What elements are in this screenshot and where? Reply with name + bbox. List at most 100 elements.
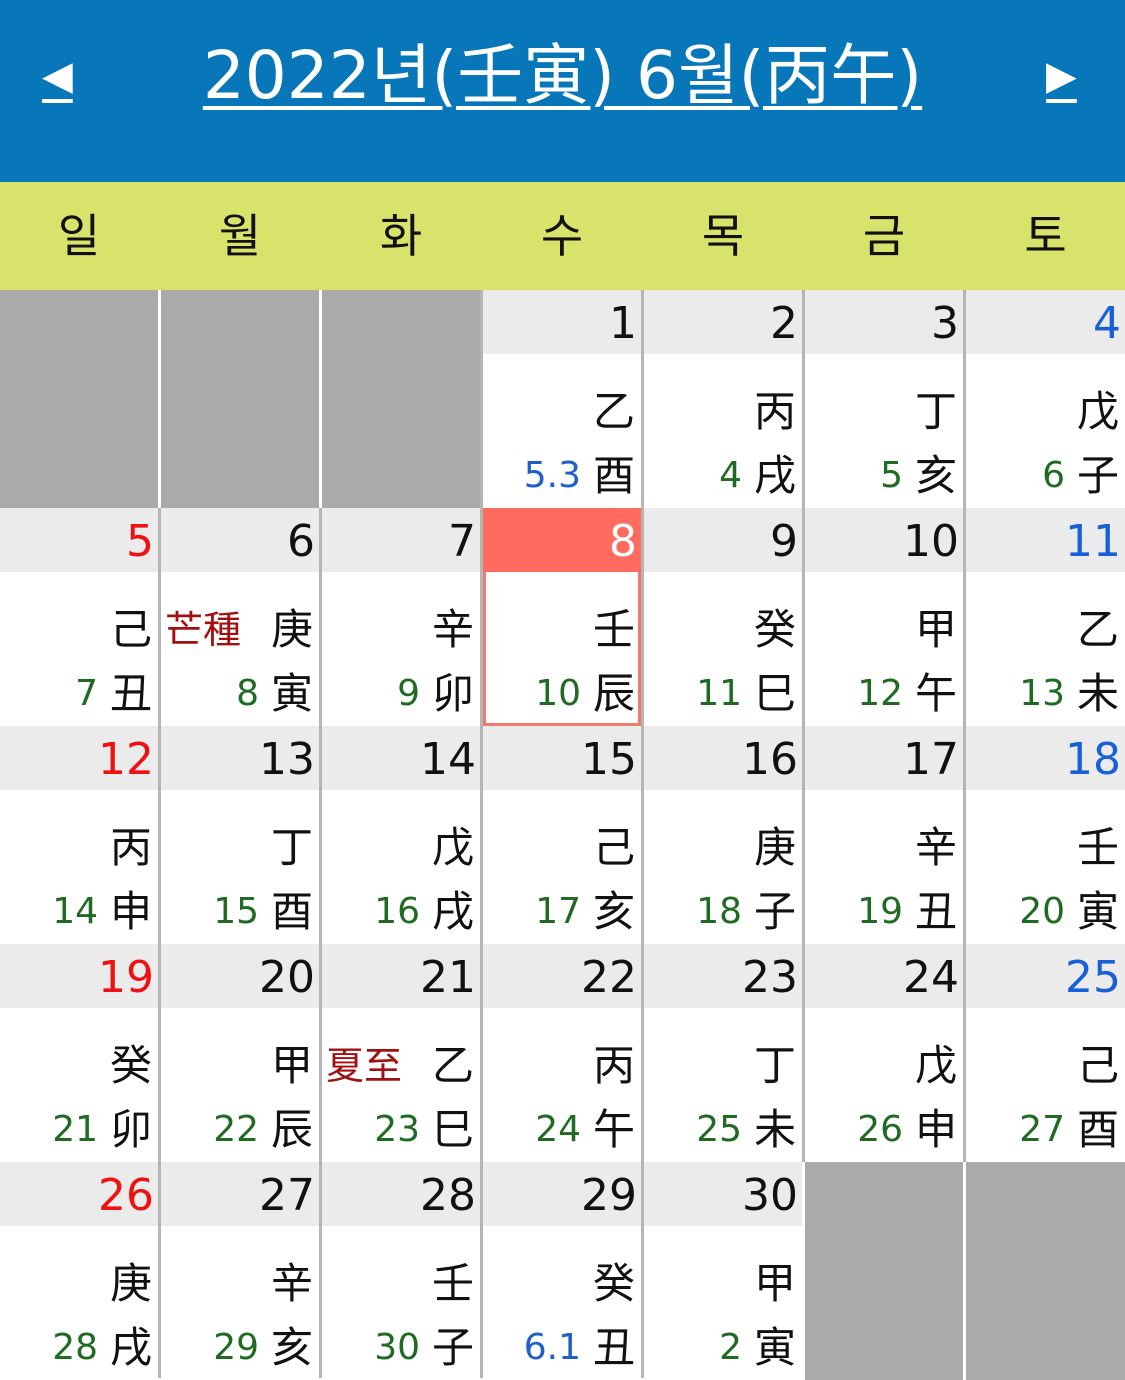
earthly-branch: 戌 — [431, 887, 474, 936]
day-number: 1 — [609, 298, 637, 349]
day-number: 12 — [98, 734, 154, 785]
earthly-branch: 亥 — [914, 451, 957, 500]
lunar-date: 9 — [397, 673, 420, 714]
earthly-branch: 巳 — [431, 1105, 474, 1154]
day-cell[interactable]: 26 庚戌 28 — [0, 1162, 158, 1380]
weekday-mon: 월 — [218, 209, 262, 263]
column-divider — [319, 508, 322, 1378]
day-cell[interactable]: 15 己亥 17 — [483, 726, 641, 944]
day-number: 19 — [98, 952, 154, 1003]
heavenly-stem: 乙 — [592, 387, 635, 436]
earthly-branch: 寅 — [270, 669, 313, 718]
earthly-branch: 戌 — [109, 1323, 152, 1372]
day-cell[interactable]: 19 癸卯 21 — [0, 944, 158, 1162]
day-cell[interactable]: 5 己丑7 — [0, 508, 158, 726]
heavenly-stem: 丁 — [914, 387, 957, 436]
day-cell[interactable]: 18 壬寅 20 — [966, 726, 1125, 944]
day-cell[interactable]: 4 戊子6 — [966, 290, 1125, 508]
heavenly-stem: 壬 — [431, 1259, 474, 1308]
day-number: 21 — [420, 952, 476, 1003]
day-number: 6 — [287, 516, 315, 567]
heavenly-stem: 丁 — [753, 1041, 796, 1090]
weekday-sun: 일 — [57, 209, 101, 263]
earthly-branch: 子 — [753, 887, 796, 936]
lunar-date: 5.3 — [523, 455, 581, 496]
day-cell[interactable]: 28 壬子 30 — [322, 1162, 480, 1380]
day-number: 2 — [770, 298, 798, 349]
day-cell[interactable]: 10 甲午 12 — [805, 508, 963, 726]
day-cell[interactable]: 25 己酉 27 — [966, 944, 1125, 1162]
column-divider — [480, 290, 483, 1378]
empty-cell — [805, 1162, 963, 1380]
heavenly-stem: 丁 — [270, 823, 313, 872]
heavenly-stem: 癸 — [109, 1041, 152, 1090]
day-cell[interactable]: 24 戊申 26 — [805, 944, 963, 1162]
day-number: 27 — [259, 1170, 315, 1221]
day-cell[interactable]: 17 辛丑 19 — [805, 726, 963, 944]
heavenly-stem: 丙 — [592, 1041, 635, 1090]
day-number: 20 — [259, 952, 315, 1003]
month-title[interactable]: 2022년(壬寅) 6월(丙午) — [0, 26, 1125, 126]
day-cell[interactable]: 20 甲辰 22 — [161, 944, 319, 1162]
empty-cell — [0, 290, 158, 508]
column-divider — [802, 290, 805, 1162]
weekday-tue: 화 — [379, 209, 423, 263]
heavenly-stem: 癸 — [753, 605, 796, 654]
day-cell[interactable]: 12 丙申 14 — [0, 726, 158, 944]
earthly-branch: 子 — [1076, 451, 1119, 500]
day-cell[interactable]: 14 戊戌 16 — [322, 726, 480, 944]
day-number: 13 — [259, 734, 315, 785]
heavenly-stem: 戊 — [1076, 387, 1119, 436]
earthly-branch: 亥 — [592, 887, 635, 936]
day-number: 14 — [420, 734, 476, 785]
earthly-branch: 申 — [914, 1105, 957, 1154]
day-cell[interactable]: 29 癸丑 6.1 — [483, 1162, 641, 1380]
weekday-sat: 토 — [1024, 209, 1067, 263]
heavenly-stem: 己 — [109, 605, 152, 654]
day-cell[interactable]: 27 辛亥 29 — [161, 1162, 319, 1380]
lunar-date: 5 — [880, 455, 903, 496]
earthly-branch: 酉 — [592, 451, 635, 500]
lunar-date: 18 — [696, 891, 742, 932]
lunar-date: 13 — [1019, 673, 1065, 714]
day-cell[interactable]: 23 丁未 25 — [644, 944, 802, 1162]
earthly-branch: 亥 — [270, 1323, 313, 1372]
lunar-date: 20 — [1019, 891, 1065, 932]
heavenly-stem: 壬 — [1076, 823, 1119, 872]
empty-cell — [322, 290, 480, 508]
day-cell[interactable]: 22 丙午 24 — [483, 944, 641, 1162]
earthly-branch: 巳 — [753, 669, 796, 718]
day-cell[interactable]: 21 乙巳 23 夏至 — [322, 944, 480, 1162]
day-number: 9 — [770, 516, 798, 567]
heavenly-stem: 己 — [1076, 1041, 1119, 1090]
day-cell[interactable]: 8 壬辰 10 — [483, 508, 641, 726]
lunar-date: 27 — [1019, 1109, 1065, 1150]
heavenly-stem: 辛 — [914, 823, 957, 872]
day-cell[interactable]: 9 癸巳 11 — [644, 508, 802, 726]
column-divider — [641, 290, 644, 1378]
heavenly-stem: 戊 — [431, 823, 474, 872]
lunar-date: 16 — [374, 891, 420, 932]
lunar-date: 17 — [535, 891, 581, 932]
day-cell[interactable]: 3 丁亥5 — [805, 290, 963, 508]
day-number: 4 — [1093, 298, 1121, 349]
day-cell[interactable]: 2 丙戌4 — [644, 290, 802, 508]
next-month-button[interactable]: ▶ — [1046, 48, 1077, 104]
day-number: 5 — [126, 516, 154, 567]
day-number: 25 — [1065, 952, 1121, 1003]
day-number: 17 — [903, 734, 959, 785]
lunar-date: 26 — [857, 1109, 903, 1150]
day-cell[interactable]: 16 庚子 18 — [644, 726, 802, 944]
earthly-branch: 未 — [1076, 669, 1119, 718]
solar-term-label: 芒種 — [165, 608, 242, 652]
day-cell[interactable]: 7 辛卯9 — [322, 508, 480, 726]
lunar-date: 28 — [52, 1327, 98, 1368]
day-cell[interactable]: 11 乙未 13 — [966, 508, 1125, 726]
lunar-date: 19 — [857, 891, 903, 932]
day-cell[interactable]: 13 丁酉 15 — [161, 726, 319, 944]
earthly-branch: 卯 — [431, 669, 474, 718]
day-cell[interactable]: 1 乙酉 5.3 — [483, 290, 641, 508]
heavenly-stem: 庚 — [270, 605, 313, 654]
day-cell[interactable]: 6 庚寅 8 芒種 — [161, 508, 319, 726]
day-cell[interactable]: 30 甲寅 2 — [644, 1162, 802, 1380]
